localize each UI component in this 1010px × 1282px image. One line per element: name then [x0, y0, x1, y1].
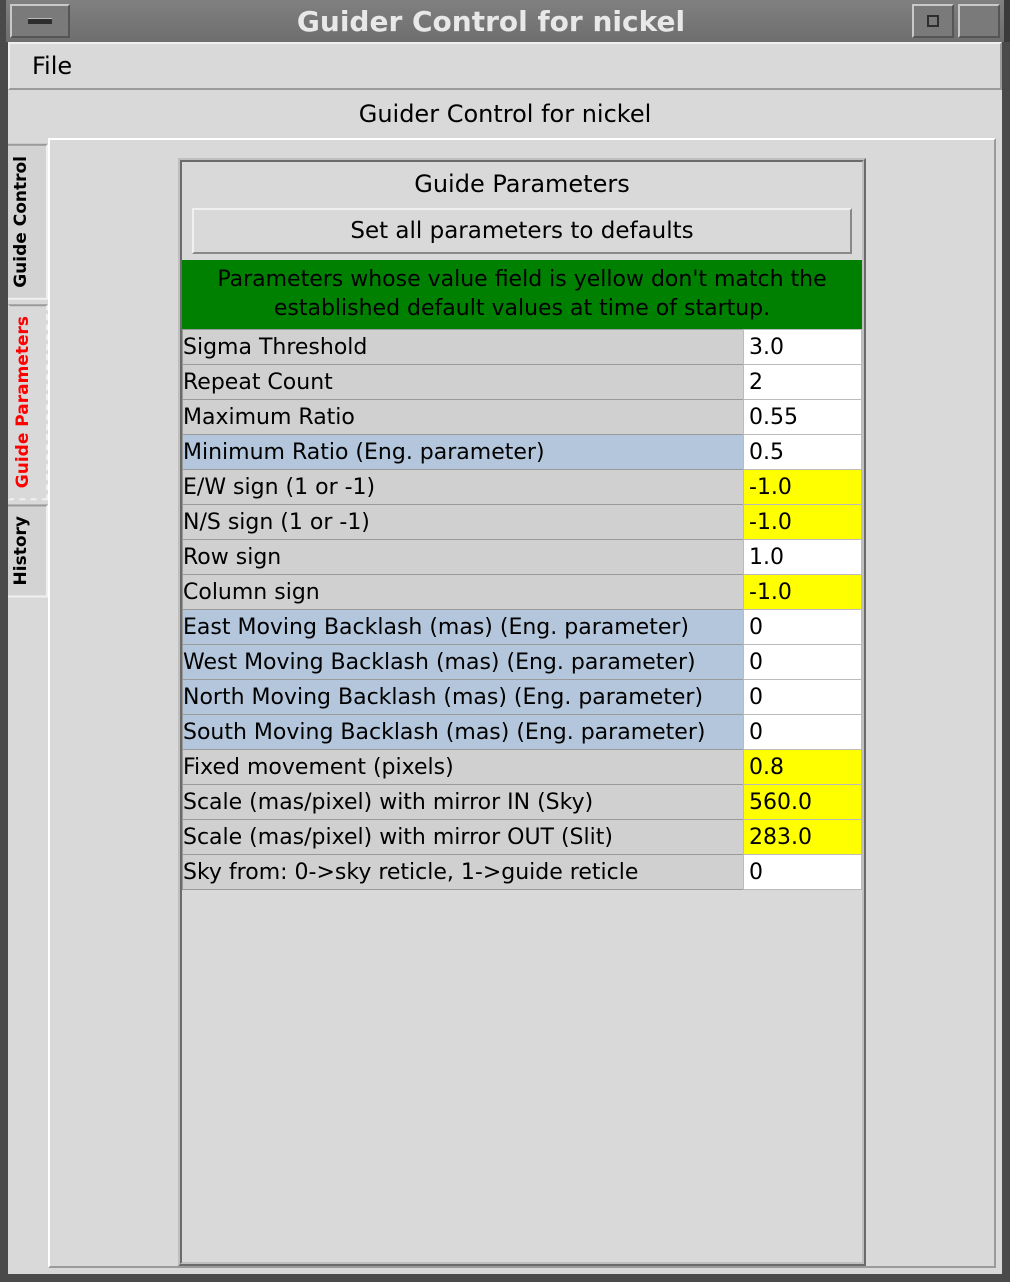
param-value-cell	[744, 820, 862, 855]
param-label: East Moving Backlash (mas) (Eng. paramet…	[183, 610, 744, 645]
param-input[interactable]	[744, 855, 861, 889]
param-input[interactable]	[744, 330, 861, 364]
set-defaults-button[interactable]: Set all parameters to defaults	[192, 208, 852, 254]
param-input[interactable]	[744, 400, 861, 434]
param-label: South Moving Backlash (mas) (Eng. parame…	[183, 715, 744, 750]
param-label: Row sign	[183, 540, 744, 575]
workarea: Guide Control Guide Parameters History G…	[8, 138, 1002, 1274]
param-value-cell	[744, 715, 862, 750]
param-label: Fixed movement (pixels)	[183, 750, 744, 785]
param-input[interactable]	[744, 715, 861, 749]
param-value-cell	[744, 785, 862, 820]
param-row: Column sign	[183, 575, 862, 610]
param-input[interactable]	[744, 820, 861, 854]
menubar: File	[8, 42, 1002, 90]
param-label: Maximum Ratio	[183, 400, 744, 435]
param-row: E/W sign (1 or -1)	[183, 470, 862, 505]
param-label: Scale (mas/pixel) with mirror IN (Sky)	[183, 785, 744, 820]
maximize-icon	[927, 15, 939, 27]
param-value-cell	[744, 645, 862, 680]
param-row: Sky from: 0->sky reticle, 1->guide retic…	[183, 855, 862, 890]
param-input[interactable]	[744, 575, 861, 609]
param-value-cell	[744, 540, 862, 575]
param-value-cell	[744, 855, 862, 890]
param-row: Maximum Ratio	[183, 400, 862, 435]
param-input[interactable]	[744, 750, 861, 784]
param-value-cell	[744, 330, 862, 365]
param-row: Scale (mas/pixel) with mirror OUT (Slit)	[183, 820, 862, 855]
param-row: Minimum Ratio (Eng. parameter)	[183, 435, 862, 470]
content-area: Guider Control for nickel Guide Control …	[8, 90, 1002, 1274]
maximize-button[interactable]	[912, 4, 954, 38]
param-value-cell	[744, 435, 862, 470]
param-input[interactable]	[744, 365, 861, 399]
titlebar: Guider Control for nickel	[0, 0, 1010, 42]
yellow-hint: Parameters whose value field is yellow d…	[182, 260, 862, 329]
param-row: Row sign	[183, 540, 862, 575]
param-value-cell	[744, 575, 862, 610]
param-input[interactable]	[744, 435, 861, 469]
param-input[interactable]	[744, 470, 861, 504]
parameters-frame: Guide Parameters Set all parameters to d…	[178, 158, 866, 1266]
page-title: Guider Control for nickel	[8, 94, 1002, 138]
param-row: North Moving Backlash (mas) (Eng. parame…	[183, 680, 862, 715]
param-value-cell	[744, 365, 862, 400]
parameters-title: Guide Parameters	[182, 162, 862, 208]
panel-wrap: Guide Parameters Set all parameters to d…	[48, 138, 1002, 1274]
param-row: Fixed movement (pixels)	[183, 750, 862, 785]
param-input[interactable]	[744, 610, 861, 644]
tab-guide-parameters[interactable]: Guide Parameters	[8, 304, 48, 500]
param-row: N/S sign (1 or -1)	[183, 505, 862, 540]
param-input[interactable]	[744, 645, 861, 679]
param-input[interactable]	[744, 785, 861, 819]
param-row: West Moving Backlash (mas) (Eng. paramet…	[183, 645, 862, 680]
param-row: Sigma Threshold	[183, 330, 862, 365]
tab-history[interactable]: History	[8, 504, 48, 597]
param-label: N/S sign (1 or -1)	[183, 505, 744, 540]
param-label: Sky from: 0->sky reticle, 1->guide retic…	[183, 855, 744, 890]
param-value-cell	[744, 610, 862, 645]
param-value-cell	[744, 505, 862, 540]
param-label: West Moving Backlash (mas) (Eng. paramet…	[183, 645, 744, 680]
param-label: Sigma Threshold	[183, 330, 744, 365]
param-input[interactable]	[744, 680, 861, 714]
param-value-cell	[744, 470, 862, 505]
param-label: Column sign	[183, 575, 744, 610]
param-row: South Moving Backlash (mas) (Eng. parame…	[183, 715, 862, 750]
param-input[interactable]	[744, 505, 861, 539]
panel-outer: Guide Parameters Set all parameters to d…	[48, 138, 996, 1268]
param-label: North Moving Backlash (mas) (Eng. parame…	[183, 680, 744, 715]
param-value-cell	[744, 400, 862, 435]
menu-file[interactable]: File	[20, 46, 84, 86]
param-row: East Moving Backlash (mas) (Eng. paramet…	[183, 610, 862, 645]
parameters-table: Sigma ThresholdRepeat CountMaximum Ratio…	[182, 329, 862, 890]
window-frame: File Guider Control for nickel Guide Con…	[0, 42, 1010, 1282]
tab-guide-control[interactable]: Guide Control	[8, 144, 48, 300]
sysmenu-button[interactable]	[10, 4, 70, 38]
param-row: Scale (mas/pixel) with mirror IN (Sky)	[183, 785, 862, 820]
param-label: Scale (mas/pixel) with mirror OUT (Slit)	[183, 820, 744, 855]
param-label: E/W sign (1 or -1)	[183, 470, 744, 505]
param-input[interactable]	[744, 540, 861, 574]
close-button[interactable]	[958, 4, 1000, 38]
param-label: Repeat Count	[183, 365, 744, 400]
param-value-cell	[744, 750, 862, 785]
tabstrip: Guide Control Guide Parameters History	[8, 138, 48, 1274]
minimize-icon	[28, 18, 52, 24]
param-label: Minimum Ratio (Eng. parameter)	[183, 435, 744, 470]
window-title: Guider Control for nickel	[74, 0, 908, 42]
param-row: Repeat Count	[183, 365, 862, 400]
param-value-cell	[744, 680, 862, 715]
